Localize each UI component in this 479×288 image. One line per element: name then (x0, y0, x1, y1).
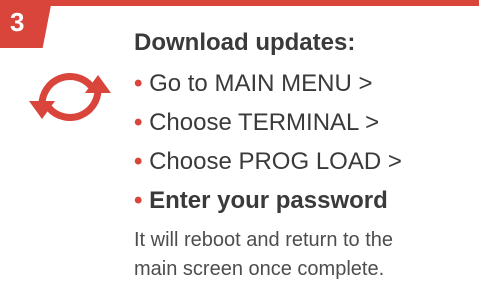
bullet-marker: • (134, 109, 143, 136)
step-text: Enter your password (149, 187, 388, 214)
bullet-marker: • (134, 148, 143, 175)
section-heading: Download updates: (134, 29, 356, 56)
list-item: • Choose PROG LOAD > (134, 142, 402, 181)
step-number: 3 (10, 7, 25, 37)
completion-note: It will reboot and return to the main sc… (134, 226, 393, 284)
list-item: • Go to MAIN MENU > (134, 64, 402, 103)
note-line: It will reboot and return to the (134, 229, 394, 251)
list-item: • Enter your password (134, 181, 402, 220)
step-badge: 3 (0, 0, 52, 48)
top-accent-rule (0, 0, 479, 6)
step-text: Choose PROG LOAD > (149, 148, 402, 175)
bullet-marker: • (134, 70, 143, 97)
bullet-marker: • (134, 187, 143, 214)
step-list: • Go to MAIN MENU > • Choose TERMINAL > … (134, 64, 402, 220)
step-text: Choose TERMINAL > (149, 109, 380, 136)
list-item: • Choose TERMINAL > (134, 103, 402, 142)
note-line: main screen once complete. (134, 258, 385, 280)
sync-arrows-icon (29, 73, 111, 121)
step-text: Go to MAIN MENU > (149, 70, 373, 97)
